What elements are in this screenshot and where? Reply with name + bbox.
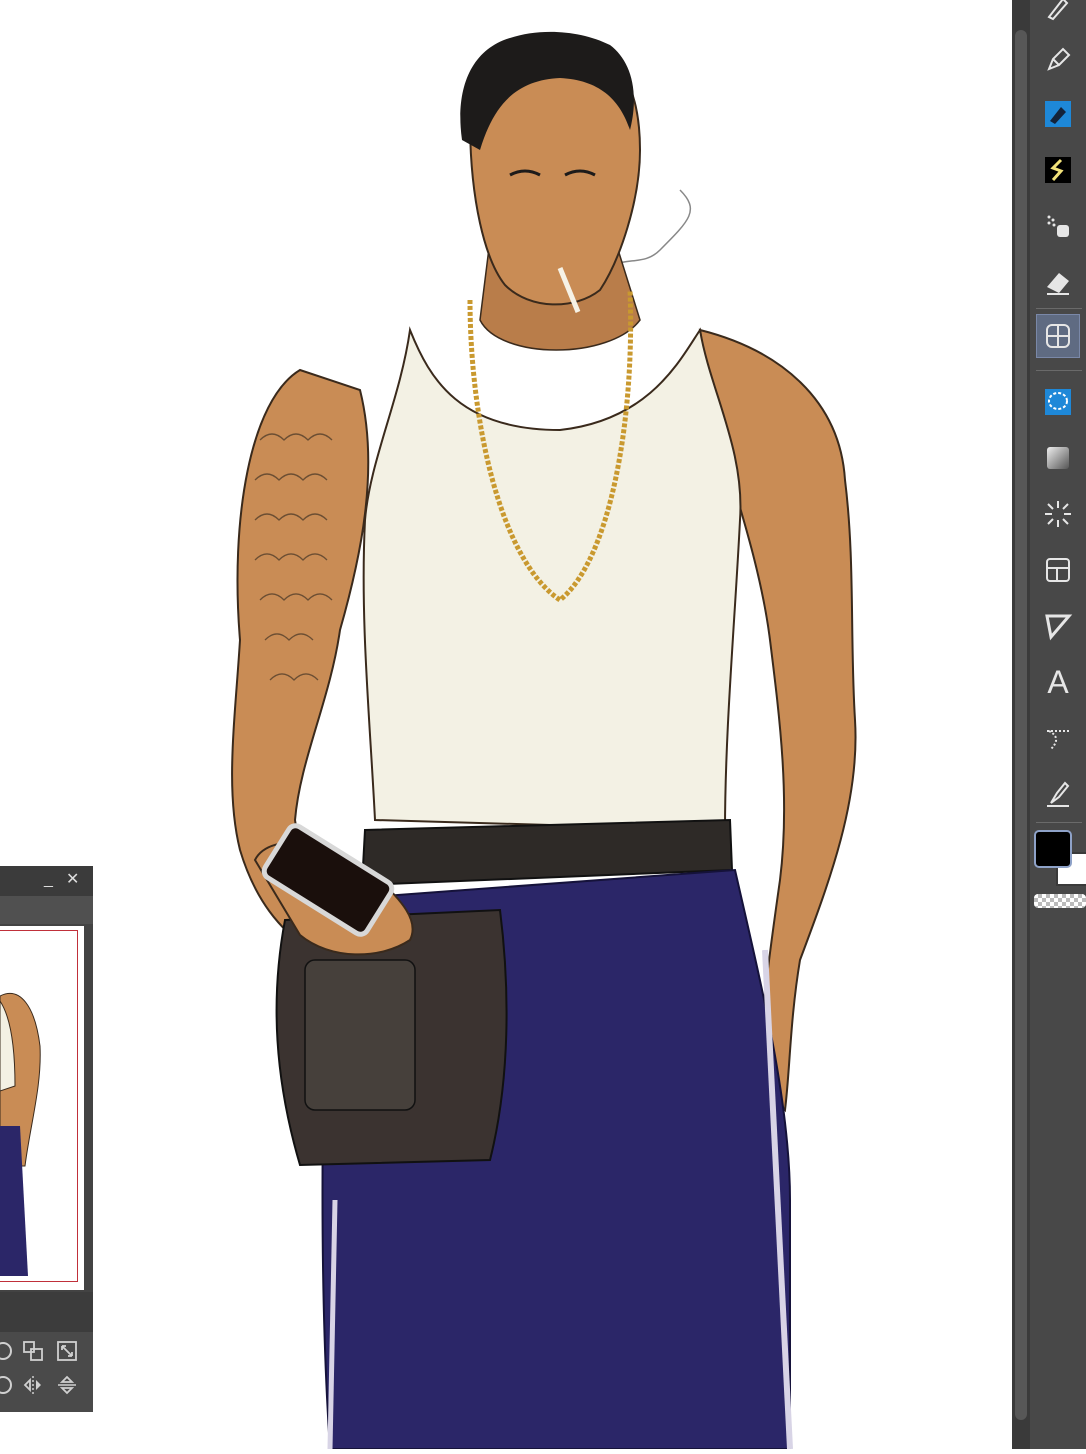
navigator-panel: _ ✕: [0, 866, 93, 1412]
close-button[interactable]: ✕: [66, 870, 79, 890]
pencil-icon[interactable]: [1036, 38, 1080, 82]
bag-pocket: [304, 959, 416, 1111]
pen-icon[interactable]: [1036, 0, 1080, 30]
minimize-button[interactable]: _: [44, 870, 53, 890]
effect-lines-icon[interactable]: [1036, 492, 1080, 536]
text-icon[interactable]: A: [1036, 660, 1080, 704]
rotate-left-icon[interactable]: [0, 1336, 18, 1366]
drawing-canvas[interactable]: [0, 0, 1012, 1450]
scroll-thumb[interactable]: [1015, 30, 1027, 1420]
decoration-icon[interactable]: [1036, 148, 1080, 192]
navigator-header: [0, 896, 93, 924]
navigator-titlebar[interactable]: _ ✕: [0, 866, 93, 896]
tank-top: [362, 326, 742, 832]
ruler-icon[interactable]: [1036, 604, 1080, 648]
eraser-icon[interactable]: [1036, 260, 1080, 304]
character-illustration: [231, 31, 857, 1450]
frame-border-icon[interactable]: [1036, 548, 1080, 592]
fit-window-icon[interactable]: [52, 1336, 82, 1366]
rotate-reset-icon[interactable]: [0, 1370, 18, 1400]
marker-icon[interactable]: [1036, 92, 1080, 136]
balloon-icon[interactable]: [1036, 716, 1080, 760]
gradient-icon[interactable]: [1036, 436, 1080, 480]
main-color-swatch[interactable]: [1034, 830, 1072, 868]
navigator-preview[interactable]: [0, 926, 84, 1290]
transparent-color-swatch[interactable]: [1034, 894, 1086, 908]
zoom-fit-icon[interactable]: [18, 1336, 48, 1366]
correct-line-icon[interactable]: [1036, 772, 1080, 816]
flip-horizontal-icon[interactable]: [18, 1370, 48, 1400]
tool-palette: A: [1030, 0, 1086, 1449]
navigator-slider-bar[interactable]: [0, 1292, 93, 1332]
lasso-select-icon[interactable]: [1036, 380, 1080, 424]
transform-mesh-icon[interactable]: [1036, 314, 1080, 358]
text-icon-glyph: A: [1047, 663, 1069, 700]
navigator-view-frame[interactable]: [0, 930, 78, 1282]
navigator-buttons: [0, 1332, 93, 1412]
airbrush-icon[interactable]: [1036, 204, 1080, 248]
flip-vertical-icon[interactable]: [52, 1370, 82, 1400]
